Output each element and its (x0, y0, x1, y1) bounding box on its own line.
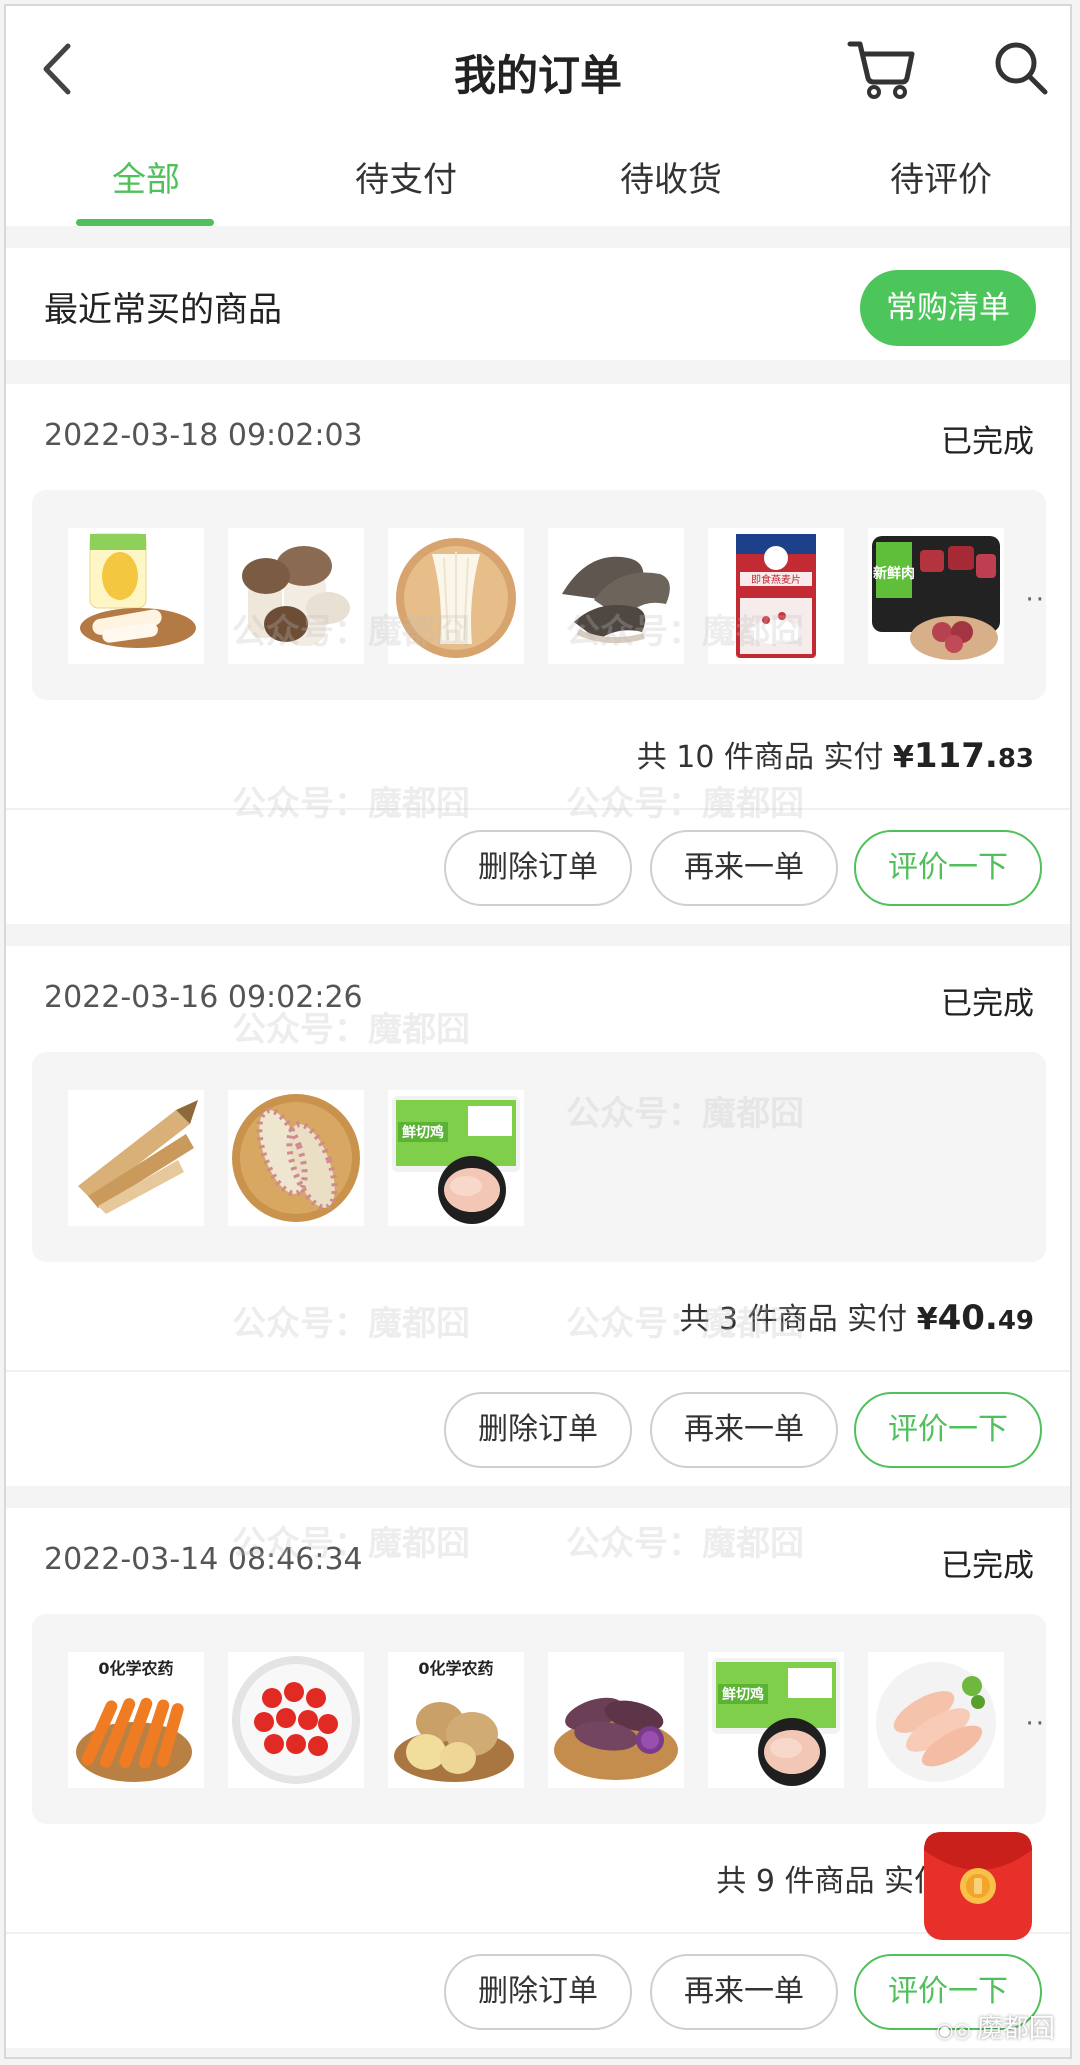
order-date: 2022-03-14 08:46:34 (44, 1542, 363, 1577)
order-goods-strip[interactable]: 即食燕麦片 新鲜肉 ·· (32, 490, 1046, 700)
delete-order-button[interactable]: 删除订单 (444, 1954, 632, 2030)
order-summary: 共 9 件商品 实付 (716, 1856, 944, 1900)
price-decimal: 49 (997, 1306, 1034, 1336)
tab-label: 全部 (112, 160, 180, 200)
order-summary: 共 3 件商品 实付 ¥40.49 (679, 1294, 1034, 1338)
recent-products-title: 最近常买的商品 (44, 290, 282, 330)
cart-icon (847, 41, 915, 99)
product-pack-text: 鲜切鸡 (402, 1124, 444, 1141)
product-pack-text: 新鲜肉 (873, 565, 915, 582)
order-card[interactable]: 2022-03-18 09:02:03 已完成 即食燕麦片 新鲜肉 ·· 共 1… (6, 384, 1070, 924)
price-integer: 40. (937, 1298, 998, 1338)
product-thumbnail (228, 1090, 364, 1226)
divider (6, 1932, 1070, 1934)
brand-mark: ◉◎ 魔都囧 (936, 2008, 1055, 2045)
red-envelope-button[interactable] (920, 1828, 1036, 1944)
reorder-button[interactable]: 再来一单 (650, 1954, 838, 2030)
tab-pending-payment[interactable]: 待支付 (286, 126, 526, 226)
product-pack-text: 鲜切鸡 (722, 1686, 764, 1703)
product-thumbnail (68, 1090, 204, 1226)
frequent-list-button[interactable]: 常购清单 (860, 270, 1036, 346)
more-goods-indicator: ·· (1025, 1709, 1046, 1739)
order-date: 2022-03-18 09:02:03 (44, 418, 363, 453)
review-button[interactable]: 评价一下 (854, 1392, 1042, 1468)
product-thumbnail: 0化学农药 (68, 1652, 204, 1788)
order-tabs: 全部 待支付 待收货 待评价 (6, 126, 1070, 226)
recent-products-bar: 最近常买的商品 常购清单 (6, 248, 1070, 360)
brand-mark-text: 魔都囧 (976, 2014, 1055, 2044)
cart-button[interactable] (846, 36, 916, 100)
reorder-button[interactable]: 再来一单 (650, 1392, 838, 1468)
product-thumbnail: 鲜切鸡 (708, 1652, 844, 1788)
order-status: 已完成 (941, 1548, 1034, 1584)
search-icon (995, 42, 1048, 95)
red-envelope-icon (924, 1832, 1032, 1940)
product-thumbnail (868, 1652, 1004, 1788)
goods-count-text: 共 3 件商品 实付 (679, 1302, 908, 1337)
tab-label: 待收货 (620, 160, 722, 200)
tab-all[interactable]: 全部 (6, 126, 286, 226)
product-thumbnail: 新鲜肉 (868, 528, 1004, 664)
order-summary: 共 10 件商品 实付 ¥117.83 (637, 732, 1034, 776)
product-thumbnail (228, 528, 364, 664)
goods-count-text: 共 10 件商品 实付 (636, 740, 884, 775)
order-goods-strip[interactable]: 鲜切鸡 (32, 1052, 1046, 1262)
product-thumbnail (548, 528, 684, 664)
product-pack-text: 0化学农药 (418, 1659, 493, 1678)
delete-order-button[interactable]: 删除订单 (444, 830, 632, 906)
order-card[interactable]: 2022-03-14 08:46:34 已完成 0化学农药 0化学农药 鲜切鸡 … (6, 1508, 1070, 2048)
price-decimal: 83 (997, 744, 1034, 774)
divider (6, 1370, 1070, 1372)
order-status: 已完成 (941, 424, 1034, 460)
price-currency: ¥ (916, 1302, 938, 1337)
search-button[interactable] (991, 38, 1051, 98)
tab-pending-review[interactable]: 待评价 (816, 126, 1066, 226)
delete-order-button[interactable]: 删除订单 (444, 1392, 632, 1468)
tab-label: 待支付 (355, 160, 457, 200)
product-pack-text: 即食燕麦片 (751, 573, 801, 586)
reorder-button[interactable]: 再来一单 (650, 830, 838, 906)
review-button[interactable]: 评价一下 (854, 830, 1042, 906)
product-thumbnail (68, 528, 204, 664)
nav-header: 我的订单 (6, 6, 1070, 126)
order-card[interactable]: 2022-03-16 09:02:26 已完成 鲜切鸡 共 3 件商品 实付 ¥… (6, 946, 1070, 1486)
product-thumbnail: 即食燕麦片 (708, 528, 844, 664)
order-date: 2022-03-16 09:02:26 (44, 980, 363, 1015)
active-tab-indicator (76, 219, 214, 226)
order-status: 已完成 (941, 986, 1034, 1022)
product-thumbnail: 0化学农药 (388, 1652, 524, 1788)
product-thumbnail (388, 528, 524, 664)
more-goods-indicator: ·· (1025, 585, 1046, 615)
chat-icon: ◉◎ (936, 2018, 971, 2042)
tab-label: 待评价 (890, 160, 992, 200)
tab-pending-receipt[interactable]: 待收货 (526, 126, 816, 226)
product-thumbnail (548, 1652, 684, 1788)
app-frame: 我的订单 全部 待支付 待收货 待评价 最近常买的商品 常购清单 2022-03… (4, 4, 1072, 2059)
price-currency: ¥ (893, 740, 914, 775)
goods-count-text: 共 9 件商品 实付 (716, 1864, 944, 1899)
price-integer: 117. (913, 736, 998, 776)
product-thumbnail: 鲜切鸡 (388, 1090, 524, 1226)
product-pack-text: 0化学农药 (98, 1659, 173, 1678)
order-goods-strip[interactable]: 0化学农药 0化学农药 鲜切鸡 ·· (32, 1614, 1046, 1824)
divider (6, 808, 1070, 810)
product-thumbnail (228, 1652, 364, 1788)
